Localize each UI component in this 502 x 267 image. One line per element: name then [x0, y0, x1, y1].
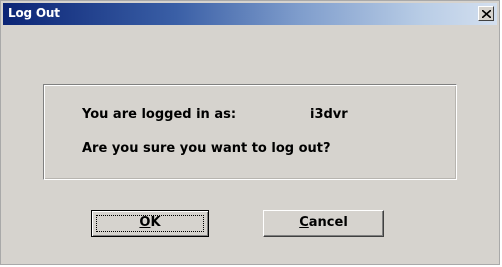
- ok-button-label: OK: [139, 215, 160, 230]
- cancel-mnemonic: C: [299, 215, 309, 230]
- username-value: i3dvr: [310, 107, 348, 122]
- cancel-label-rest: ancel: [308, 215, 348, 230]
- cancel-button[interactable]: Cancel: [263, 210, 384, 237]
- logout-dialog: Log Out You are logged in as: i3dvr Are …: [0, 0, 500, 265]
- info-panel: You are logged in as: i3dvr Are you sure…: [43, 84, 457, 180]
- window-title: Log Out: [8, 6, 60, 20]
- logged-in-label: You are logged in as:: [82, 107, 237, 122]
- ok-button[interactable]: OK: [91, 210, 209, 237]
- title-bar[interactable]: Log Out: [3, 3, 497, 25]
- logout-question: Are you sure you want to log out?: [82, 141, 331, 156]
- close-button[interactable]: [478, 6, 494, 21]
- ok-label-rest: K: [150, 215, 161, 230]
- cancel-button-label: Cancel: [299, 215, 348, 230]
- ok-mnemonic: O: [139, 215, 151, 230]
- close-x-icon: [482, 10, 491, 18]
